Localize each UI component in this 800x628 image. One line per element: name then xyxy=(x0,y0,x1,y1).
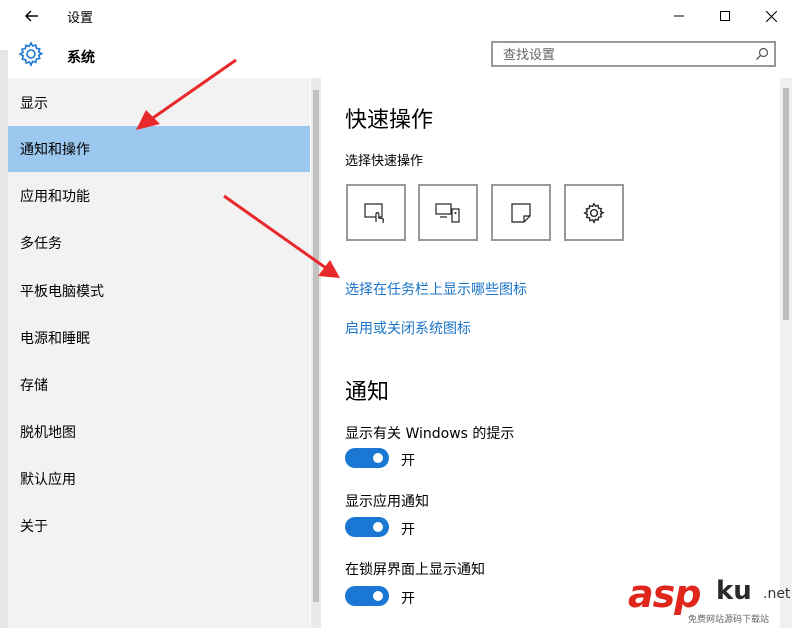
watermark-brand: asp xyxy=(628,572,701,616)
sidebar-item-label: 电源和睡眠 xyxy=(20,331,90,347)
main-scrollbar-thumb[interactable] xyxy=(783,88,789,320)
sidebar-item-about[interactable]: 关于 xyxy=(8,503,310,549)
quick-action-note[interactable] xyxy=(491,184,551,241)
page-header: 系统 xyxy=(0,32,800,78)
back-arrow-icon xyxy=(25,10,38,22)
sidebar-item-label: 显示 xyxy=(20,96,48,112)
toggle-label-lock-screen: 在锁屏界面上显示通知 xyxy=(345,562,485,578)
settings-window: 设置 系统 显示 通知和操作 应用和 xyxy=(0,0,800,628)
watermark-suffix: .net xyxy=(763,586,791,602)
sidebar-item-label: 关于 xyxy=(20,519,48,535)
toggle-knob xyxy=(373,522,383,532)
gear-icon xyxy=(18,41,44,67)
toggle-label-app-notifications: 显示应用通知 xyxy=(345,494,429,510)
watermark-brand-ku: ku xyxy=(716,576,752,606)
toggle-knob xyxy=(373,453,383,463)
tablet-mode-icon xyxy=(364,202,385,223)
sidebar-item-default-apps[interactable]: 默认应用 xyxy=(8,456,310,502)
toggle-lock-screen[interactable] xyxy=(345,586,389,606)
sidebar-item-storage[interactable]: 存储 xyxy=(8,362,310,408)
quick-action-settings[interactable] xyxy=(564,184,624,241)
toggle-state-app-notifications: 开 xyxy=(401,522,415,538)
back-button[interactable] xyxy=(18,4,46,28)
settings-gear-icon xyxy=(583,201,605,224)
title-bar: 设置 xyxy=(0,0,800,32)
sidebar-item-label: 应用和功能 xyxy=(20,189,90,205)
sidebar-item-apps-features[interactable]: 应用和功能 xyxy=(8,173,310,219)
minimize-icon xyxy=(674,15,684,17)
sidebar-item-label: 默认应用 xyxy=(20,472,76,488)
sidebar-item-display[interactable]: 显示 xyxy=(8,80,310,126)
search-box[interactable] xyxy=(491,41,776,67)
sidebar-nav: 显示 通知和操作 应用和功能 多任务 平板电脑模式 电源和睡眠 存储 脱机地图 … xyxy=(8,78,310,628)
sidebar-scrollbar-thumb[interactable] xyxy=(313,90,319,602)
quick-actions-heading: 快速操作 xyxy=(345,108,434,133)
toggle-label-windows-tips: 显示有关 Windows 的提示 xyxy=(345,426,515,442)
toggle-app-notifications[interactable] xyxy=(345,517,389,537)
sidebar-item-label: 通知和操作 xyxy=(20,142,90,158)
section-title: 系统 xyxy=(67,50,95,66)
link-taskbar-icons[interactable]: 选择在任务栏上显示哪些图标 xyxy=(345,279,527,299)
search-input[interactable] xyxy=(501,43,745,67)
sidebar-item-tablet-mode[interactable]: 平板电脑模式 xyxy=(8,268,310,314)
sidebar-scrollbar[interactable] xyxy=(311,78,321,628)
main-content: 快速操作 选择快速操作 选择在任务栏上显示哪些图标 启用或关闭系统图标 通知 显… xyxy=(321,78,780,628)
toggle-state-windows-tips: 开 xyxy=(401,453,415,469)
watermark-tagline: 免费网站源码下载站 xyxy=(688,615,770,625)
quick-action-connect[interactable] xyxy=(418,184,478,241)
connect-icon xyxy=(435,202,460,223)
window-title: 设置 xyxy=(67,11,94,26)
window-edge xyxy=(0,50,8,628)
maximize-icon xyxy=(720,11,730,21)
sidebar-item-power-sleep[interactable]: 电源和睡眠 xyxy=(8,315,310,361)
sidebar-item-label: 平板电脑模式 xyxy=(20,284,104,300)
close-button[interactable] xyxy=(748,0,794,32)
sidebar-item-label: 存储 xyxy=(20,378,48,394)
link-system-icons[interactable]: 启用或关闭系统图标 xyxy=(345,318,471,338)
toggle-knob xyxy=(373,591,383,601)
note-icon xyxy=(511,202,531,223)
toggle-windows-tips[interactable] xyxy=(345,448,389,468)
close-icon xyxy=(765,10,777,22)
sidebar-item-multitasking[interactable]: 多任务 xyxy=(8,220,310,266)
search-icon[interactable] xyxy=(754,46,770,62)
sidebar-item-notifications-actions[interactable]: 通知和操作 xyxy=(8,126,310,172)
toggle-state-lock-screen: 开 xyxy=(401,591,415,607)
sidebar-item-label: 脱机地图 xyxy=(20,425,76,441)
notifications-heading: 通知 xyxy=(345,380,390,405)
main-scrollbar[interactable] xyxy=(780,78,792,628)
quick-action-tablet-mode[interactable] xyxy=(346,184,406,241)
sidebar-item-label: 多任务 xyxy=(20,236,62,252)
minimize-button[interactable] xyxy=(656,0,702,32)
quick-actions-label: 选择快速操作 xyxy=(345,154,424,169)
sidebar-item-offline-maps[interactable]: 脱机地图 xyxy=(8,409,310,455)
watermark-logo: asp ku .net 免费网站源码下载站 xyxy=(628,570,800,628)
maximize-button[interactable] xyxy=(702,0,748,32)
